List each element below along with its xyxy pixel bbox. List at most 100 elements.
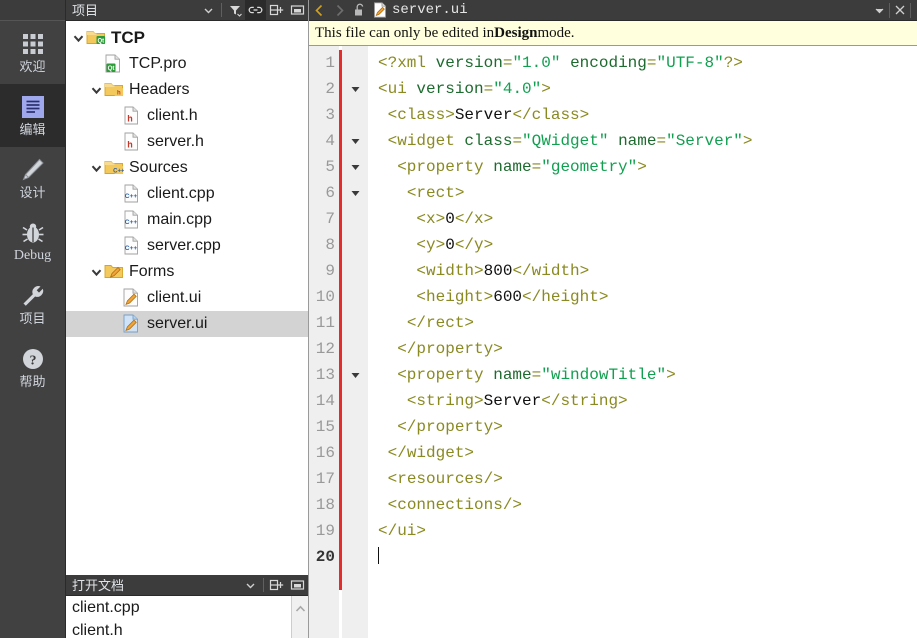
chevron-down-icon[interactable] (70, 25, 86, 51)
chevron-down-icon[interactable] (198, 0, 219, 21)
code-line[interactable]: <?xml version="1.0" encoding="UTF-8"?> (378, 50, 917, 76)
mode-item-3[interactable]: Debug (0, 210, 65, 273)
chevron-down-icon[interactable] (869, 0, 889, 21)
code-line[interactable]: <y>0</y> (378, 232, 917, 258)
link-icon[interactable] (245, 0, 266, 21)
tree-item-forms[interactable]: Forms (66, 259, 308, 285)
code-line[interactable]: <width>800</width> (378, 258, 917, 284)
tree-item-server-ui[interactable]: server.ui (66, 311, 308, 337)
code-line[interactable]: </rect> (378, 310, 917, 336)
tree-item-tcp-pro[interactable]: Qt TCP.pro (66, 51, 308, 77)
collapse-panel-icon[interactable] (287, 0, 308, 21)
open-document-item[interactable]: client.cpp (66, 596, 308, 619)
chevron-down-icon[interactable] (88, 155, 104, 181)
fold-toggle-icon[interactable] (342, 180, 368, 206)
fold-toggle-icon[interactable] (342, 128, 368, 154)
tree-item-headers[interactable]: h Headers (66, 77, 308, 103)
line-number: 3 (325, 106, 335, 124)
fold-slot-empty (342, 466, 368, 492)
tree-arrow-placeholder (106, 129, 122, 155)
mode-item-2[interactable]: 设计 (0, 147, 65, 210)
bug-icon (20, 220, 46, 246)
split-pane-add-icon[interactable] (266, 0, 287, 21)
code-line[interactable]: <connections/> (378, 492, 917, 518)
tree-item-main-cpp[interactable]: C++ main.cpp (66, 207, 308, 233)
line-number: 4 (325, 132, 335, 150)
mode-item-1[interactable]: 编辑 (0, 84, 65, 147)
tree-item-client-ui[interactable]: client.ui (66, 285, 308, 311)
qt-pro-file-icon: Qt (104, 54, 124, 74)
code-line[interactable]: <property name="windowTitle"> (378, 362, 917, 388)
scroll-up-arrow-icon[interactable] (295, 596, 306, 618)
code-editor[interactable]: 1 2 3 4 5 6 7 8 9 10 11 12 13 14 15 16 17 18 19 20 <?xml ve… (309, 46, 917, 638)
ui-file-selected-icon (122, 314, 142, 334)
fold-slot-empty (342, 258, 368, 284)
code-line[interactable]: <x>0</x> (378, 206, 917, 232)
chevron-down-icon[interactable] (88, 77, 104, 103)
code-line[interactable]: <ui version="4.0"> (378, 76, 917, 102)
project-panel-title[interactable]: 项目 (72, 4, 198, 17)
tree-item-label: Headers (129, 81, 190, 98)
line-number: 7 (325, 210, 335, 228)
mode-sidebar-top-spacer (0, 0, 65, 21)
code-line[interactable]: <string>Server</string> (378, 388, 917, 414)
mode-item-4[interactable]: 项目 (0, 273, 65, 336)
code-line[interactable]: </widget> (378, 440, 917, 466)
tree-item-tcp[interactable]: Qt TCP (66, 25, 308, 51)
code-line[interactable]: </property> (378, 336, 917, 362)
fold-slot-empty (342, 518, 368, 544)
close-x-icon[interactable] (890, 0, 910, 21)
mode-item-0[interactable]: 欢迎 (0, 21, 65, 84)
open-document-item[interactable]: client.h (66, 619, 308, 638)
filter-icon[interactable] (224, 0, 245, 21)
fold-slot-empty (342, 232, 368, 258)
unlocked-padlock-icon[interactable] (349, 0, 369, 21)
tree-item-label: client.cpp (147, 185, 215, 202)
open-documents-scrollbar[interactable] (291, 596, 308, 638)
code-line[interactable]: <resources/> (378, 466, 917, 492)
fold-toggle-icon[interactable] (342, 362, 368, 388)
open-documents-list[interactable]: client.cpp client.h (66, 596, 308, 638)
code-line[interactable]: </property> (378, 414, 917, 440)
line-number: 10 (315, 288, 335, 306)
fold-slot-empty (342, 440, 368, 466)
tree-item-client-cpp[interactable]: C++ client.cpp (66, 181, 308, 207)
svg-text:C++: C++ (125, 193, 138, 200)
open-documents-title[interactable]: 打开文档 (72, 579, 240, 592)
line-number: 9 (325, 262, 335, 280)
chevron-down-icon[interactable] (240, 575, 261, 596)
code-line[interactable]: <property name="geometry"> (378, 154, 917, 180)
code-line[interactable]: <height>600</height> (378, 284, 917, 310)
tree-item-label: client.ui (147, 289, 202, 306)
line-number: 2 (325, 80, 335, 98)
fold-slot-empty (342, 544, 368, 570)
mode-item-5[interactable]: ? 帮助 (0, 336, 65, 399)
fold-marker-column[interactable] (342, 46, 368, 638)
back-arrow-icon[interactable] (309, 0, 329, 21)
tree-item-server-h[interactable]: h server.h (66, 129, 308, 155)
tree-item-label: server.cpp (147, 237, 221, 254)
mode-item-label: 项目 (19, 311, 46, 326)
code-line[interactable]: <rect> (378, 180, 917, 206)
code-line[interactable]: </ui> (378, 518, 917, 544)
open-documents-rows: client.cpp client.h (66, 596, 308, 638)
fold-slot-empty (342, 102, 368, 128)
tree-item-client-h[interactable]: h client.h (66, 103, 308, 129)
tree-item-sources[interactable]: C++ Sources (66, 155, 308, 181)
info-bar: This file can only be edited in Design m… (309, 21, 917, 46)
code-line[interactable]: <class>Server</class> (378, 102, 917, 128)
code-text-content[interactable]: <?xml version="1.0" encoding="UTF-8"?> <u… (368, 46, 917, 638)
chevron-down-icon[interactable] (88, 259, 104, 285)
code-line[interactable] (378, 544, 917, 570)
split-pane-add-icon[interactable] (266, 575, 287, 596)
fold-toggle-icon[interactable] (342, 76, 368, 102)
header-file-icon: h (122, 132, 142, 152)
tree-item-server-cpp[interactable]: C++ server.cpp (66, 233, 308, 259)
pencil-icon (20, 157, 46, 183)
code-line[interactable]: <widget class="QWidget" name="Server"> (378, 128, 917, 154)
project-tree[interactable]: Qt TCP Qt TCP.pro h Headers h client.h h server.h… (66, 21, 308, 575)
editor-tab-server-ui[interactable]: server.ui (369, 0, 474, 21)
forward-arrow-icon[interactable] (329, 0, 349, 21)
fold-toggle-icon[interactable] (342, 154, 368, 180)
collapse-panel-icon[interactable] (287, 575, 308, 596)
